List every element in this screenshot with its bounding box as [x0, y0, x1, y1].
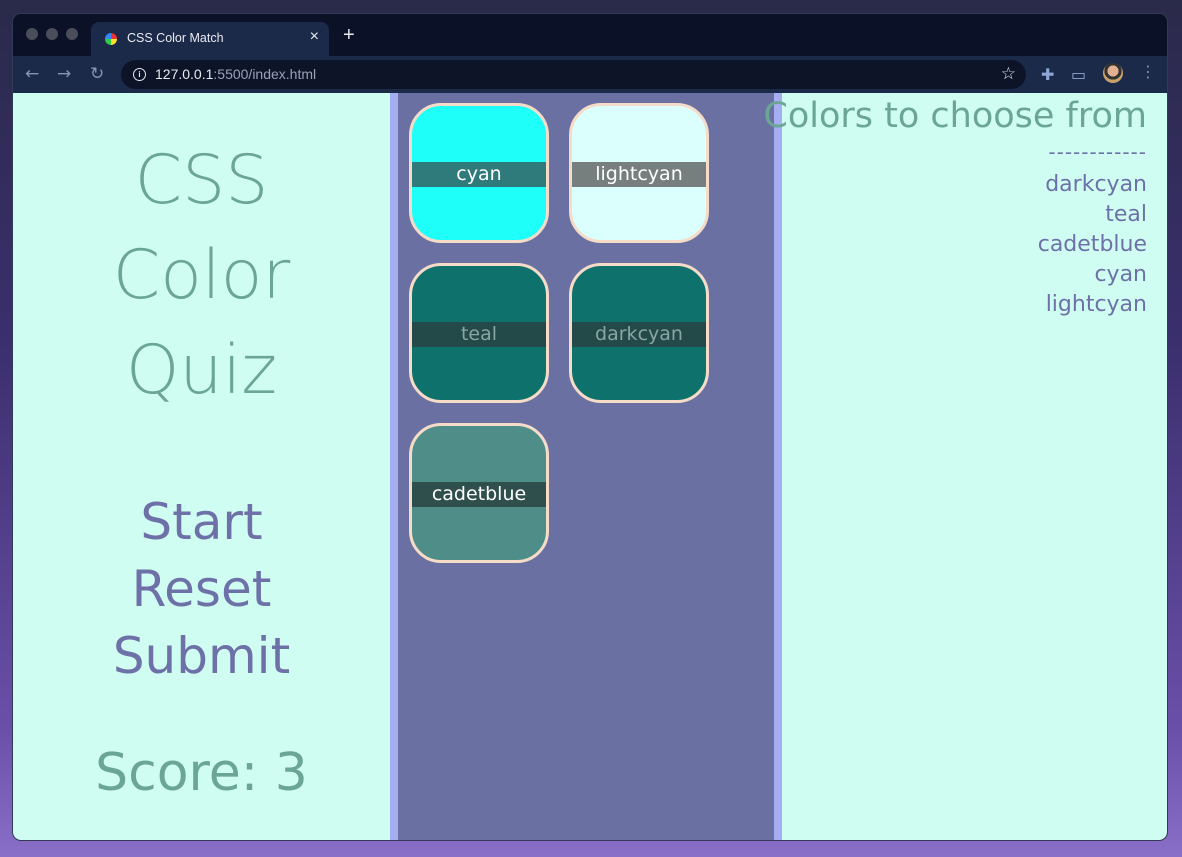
choices-divider: ------------ [1048, 140, 1147, 164]
card-label: cyan [412, 162, 546, 187]
start-button[interactable]: Start [13, 489, 390, 556]
minimize-window-dot[interactable] [46, 28, 58, 40]
url-text: 127.0.0.1:5500/index.html [155, 66, 317, 82]
choices-title: Colors to choose from [763, 96, 1147, 136]
new-tab-icon[interactable]: + [343, 25, 355, 45]
tab-bar: CSS Color Match × + [13, 14, 1167, 56]
color-card[interactable]: darkcyan [569, 263, 709, 403]
choice-item[interactable]: cyan [1038, 260, 1147, 290]
choices-list: darkcyan teal cadetblue cyan lightcyan [1038, 170, 1147, 320]
title-line: CSS [134, 141, 269, 220]
card-label: lightcyan [572, 162, 706, 187]
maximize-window-dot[interactable] [66, 28, 78, 40]
card-label: darkcyan [572, 322, 706, 347]
browser-toolbar: ← → ↻ i 127.0.0.1:5500/index.html ☆ ✚ ▭ … [13, 56, 1167, 93]
site-info-icon[interactable]: i [133, 68, 146, 81]
menu-kebab-icon[interactable]: ⋮ [1140, 62, 1156, 81]
color-card[interactable]: cadetblue [409, 423, 549, 563]
close-window-dot[interactable] [26, 28, 38, 40]
browser-window: CSS Color Match × + ← → ↻ i 127.0.0.1:55… [13, 14, 1167, 840]
profile-avatar[interactable] [1103, 63, 1123, 83]
extensions-puzzle-icon[interactable]: ✚ [1041, 65, 1054, 84]
choice-item[interactable]: teal [1038, 200, 1147, 230]
choice-item[interactable]: cadetblue [1038, 230, 1147, 260]
color-card[interactable]: cyan [409, 103, 549, 243]
choice-item[interactable]: lightcyan [1038, 290, 1147, 320]
browser-tab[interactable]: CSS Color Match × [91, 22, 329, 56]
quiz-menu: Start Reset Submit [13, 489, 390, 690]
choice-item[interactable]: darkcyan [1038, 170, 1147, 200]
address-bar[interactable]: i 127.0.0.1:5500/index.html ☆ [121, 60, 1026, 89]
title-line: Quiz [125, 331, 278, 410]
bookmark-star-icon[interactable]: ☆ [1001, 64, 1016, 84]
favicon-icon [105, 33, 117, 45]
quiz-title: CSS Color Quiz [13, 133, 390, 418]
card-label: teal [412, 322, 546, 347]
card-label: cadetblue [412, 482, 546, 507]
back-icon[interactable]: ← [25, 64, 39, 84]
forward-icon[interactable]: → [57, 64, 71, 84]
title-line: Color [112, 236, 291, 315]
reload-icon[interactable]: ↻ [90, 64, 104, 84]
submit-button[interactable]: Submit [13, 623, 390, 690]
tab-title: CSS Color Match [127, 31, 224, 45]
cast-icon[interactable]: ▭ [1071, 65, 1086, 84]
color-card-board: cyan lightcyan teal darkcyan cadetblue [390, 93, 782, 840]
reset-button[interactable]: Reset [13, 556, 390, 623]
quiz-sidebar: CSS Color Quiz Start Reset Submit Score:… [13, 93, 390, 840]
choices-panel: Colors to choose from ------------ darkc… [763, 93, 1167, 840]
color-card[interactable]: lightcyan [569, 103, 709, 243]
score-display: Score: 3 [95, 743, 308, 803]
tab-close-icon[interactable]: × [310, 28, 319, 46]
color-card[interactable]: teal [409, 263, 549, 403]
page-content: CSS Color Quiz Start Reset Submit Score:… [13, 93, 1167, 840]
